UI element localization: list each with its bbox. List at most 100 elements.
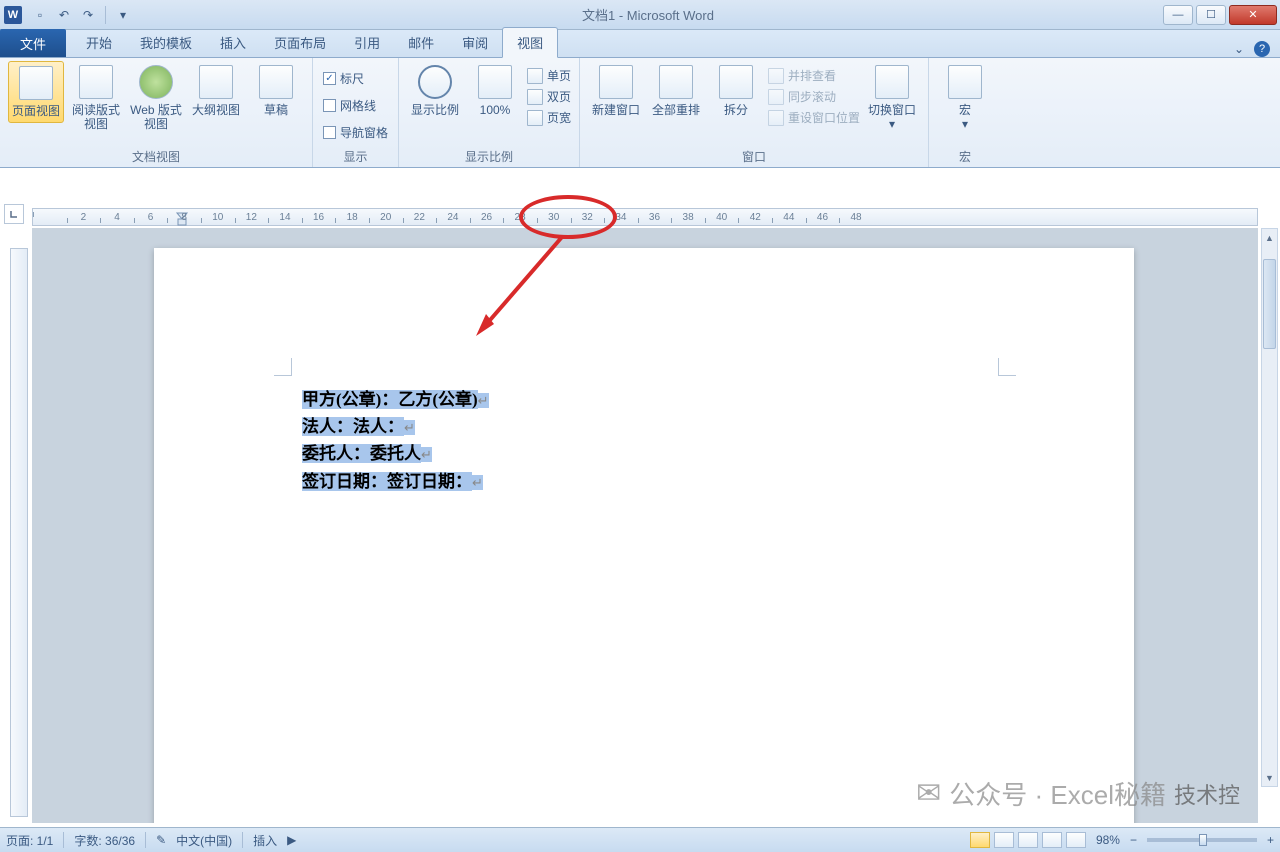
zoom-out-button[interactable]: − bbox=[1130, 833, 1137, 847]
page-indicator[interactable]: 页面: 1/1 bbox=[6, 832, 53, 849]
hundred-percent-button[interactable]: 100% bbox=[467, 61, 523, 121]
redo-icon[interactable]: ↷ bbox=[78, 5, 98, 25]
side-by-side-icon bbox=[768, 68, 784, 84]
group-label: 显示比例 bbox=[407, 146, 571, 165]
tab-view[interactable]: 视图 bbox=[502, 27, 558, 58]
switch-windows-button[interactable]: 切换窗口▾ bbox=[864, 61, 920, 136]
word-count[interactable]: 字数: 36/36 bbox=[74, 832, 135, 849]
qat-customize-icon[interactable]: ▾ bbox=[113, 5, 133, 25]
reading-layout-icon bbox=[79, 65, 113, 99]
ruler-tick: 32 bbox=[571, 212, 605, 223]
group-label: 窗口 bbox=[588, 146, 920, 165]
two-pages-icon bbox=[527, 89, 543, 105]
document-line[interactable]: 委托人：委托人↵ bbox=[302, 440, 489, 467]
outline-view-button[interactable] bbox=[1042, 832, 1062, 848]
tab-templates[interactable]: 我的模板 bbox=[126, 28, 206, 57]
zoom-level[interactable]: 98% bbox=[1096, 833, 1120, 847]
horizontal-ruler[interactable]: 2468101214161820222426283032343638404244… bbox=[32, 208, 1258, 226]
margin-corner-tr bbox=[998, 358, 1016, 376]
tab-home[interactable]: 开始 bbox=[72, 28, 126, 57]
tab-references[interactable]: 引用 bbox=[340, 28, 394, 57]
ruler-tick: 16 bbox=[302, 212, 336, 223]
draft-icon bbox=[259, 65, 293, 99]
page-width-button[interactable]: 页宽 bbox=[527, 107, 571, 128]
page[interactable]: 甲方(公章)：乙方(公章)↵法人：法人：↵委托人：委托人↵签订日期：签订日期：↵ bbox=[154, 248, 1134, 823]
separator bbox=[105, 6, 106, 24]
nav-pane-checkbox[interactable]: 导航窗格 bbox=[321, 121, 390, 144]
ruler-tick: 6 bbox=[134, 212, 168, 223]
document-line[interactable]: 签订日期：签订日期：↵ bbox=[302, 468, 489, 495]
zoom-slider[interactable] bbox=[1147, 838, 1257, 842]
wechat-icon: ✉ bbox=[916, 776, 941, 811]
ruler-tick: 40 bbox=[705, 212, 739, 223]
ruler-checkbox[interactable]: ✓标尺 bbox=[321, 67, 366, 90]
maximize-button[interactable]: ☐ bbox=[1196, 5, 1226, 25]
gridlines-checkbox[interactable]: 网格线 bbox=[321, 94, 378, 117]
ruler-tick: 24 bbox=[436, 212, 470, 223]
split-icon bbox=[719, 65, 753, 99]
undo-icon[interactable]: ↶ bbox=[54, 5, 74, 25]
close-button[interactable]: ✕ bbox=[1229, 5, 1277, 25]
help-icon[interactable]: ? bbox=[1254, 41, 1270, 57]
print-layout-view-button[interactable] bbox=[970, 832, 990, 848]
title-bar: W ▫ ↶ ↷ ▾ 文档1 - Microsoft Word — ☐ ✕ bbox=[0, 0, 1280, 30]
two-pages-button[interactable]: 双页 bbox=[527, 86, 571, 107]
document-content[interactable]: 甲方(公章)：乙方(公章)↵法人：法人：↵委托人：委托人↵签订日期：签订日期：↵ bbox=[302, 386, 489, 495]
tab-page-layout[interactable]: 页面布局 bbox=[260, 28, 340, 57]
watermark: ✉ 公众号 · Excel秘籍 技术控 bbox=[916, 775, 1240, 812]
web-layout-button[interactable]: Web 版式视图 bbox=[128, 61, 184, 136]
separator bbox=[242, 832, 243, 848]
tab-mailings[interactable]: 邮件 bbox=[394, 28, 448, 57]
ruler-tick: 18 bbox=[335, 212, 369, 223]
reading-view-button[interactable] bbox=[994, 832, 1014, 848]
document-line[interactable]: 甲方(公章)：乙方(公章)↵ bbox=[302, 386, 489, 413]
separator bbox=[145, 832, 146, 848]
vertical-scrollbar[interactable]: ▲ ▼ bbox=[1261, 228, 1278, 787]
ruler-tick: 20 bbox=[369, 212, 403, 223]
outline-button[interactable]: 大纲视图 bbox=[188, 61, 244, 121]
draft-view-button[interactable] bbox=[1066, 832, 1086, 848]
outline-icon bbox=[199, 65, 233, 99]
print-layout-button[interactable]: 页面视图 bbox=[8, 61, 64, 123]
group-zoom: 显示比例 100% 单页 双页 页宽 显示比例 bbox=[399, 58, 580, 167]
switch-windows-icon bbox=[875, 65, 909, 99]
one-page-icon bbox=[527, 68, 543, 84]
file-tab[interactable]: 文件 bbox=[0, 29, 66, 57]
draft-button[interactable]: 草稿 bbox=[248, 61, 304, 121]
margin-corner-tl bbox=[274, 358, 292, 376]
zoom-in-button[interactable]: + bbox=[1267, 833, 1274, 847]
save-icon[interactable]: ▫ bbox=[30, 5, 50, 25]
one-page-button[interactable]: 单页 bbox=[527, 65, 571, 86]
minimize-button[interactable]: — bbox=[1163, 5, 1193, 25]
arrange-all-button[interactable]: 全部重排 bbox=[648, 61, 704, 121]
page-width-icon bbox=[527, 110, 543, 126]
ruler-tick: 36 bbox=[638, 212, 672, 223]
scroll-up-icon[interactable]: ▲ bbox=[1262, 229, 1277, 246]
reading-layout-button[interactable]: 阅读版式视图 bbox=[68, 61, 124, 136]
web-view-button[interactable] bbox=[1018, 832, 1038, 848]
ribbon-tabs: 文件 开始 我的模板 插入 页面布局 引用 邮件 审阅 视图 ⌄ ? bbox=[0, 30, 1280, 58]
reset-position-icon bbox=[768, 110, 784, 126]
ruler-tick: 12 bbox=[235, 212, 269, 223]
macro-record-icon[interactable]: ▶ bbox=[287, 833, 296, 847]
scrollbar-thumb[interactable] bbox=[1263, 259, 1276, 349]
ruler-tick: 46 bbox=[806, 212, 840, 223]
new-window-button[interactable]: 新建窗口 bbox=[588, 61, 644, 121]
ruler-tick: 26 bbox=[470, 212, 504, 223]
split-button[interactable]: 拆分 bbox=[708, 61, 764, 121]
tab-review[interactable]: 审阅 bbox=[448, 28, 502, 57]
minimize-ribbon-icon[interactable]: ⌄ bbox=[1234, 42, 1244, 56]
macros-button[interactable]: 宏▾ bbox=[937, 61, 993, 136]
tab-selector[interactable] bbox=[4, 204, 24, 224]
ribbon: 页面视图 阅读版式视图 Web 版式视图 大纲视图 草稿 文档视图 ✓标尺 bbox=[0, 58, 1280, 168]
zoom-button[interactable]: 显示比例 bbox=[407, 61, 463, 121]
ruler-tick: 8 bbox=[167, 212, 201, 223]
proofing-icon[interactable]: ✎ bbox=[156, 833, 166, 847]
vertical-ruler[interactable] bbox=[10, 248, 28, 817]
language-indicator[interactable]: 中文(中国) bbox=[176, 832, 232, 849]
insert-mode[interactable]: 插入 bbox=[253, 832, 277, 849]
scroll-down-icon[interactable]: ▼ bbox=[1262, 769, 1277, 786]
document-line[interactable]: 法人：法人：↵ bbox=[302, 413, 489, 440]
ruler-tick: 28 bbox=[503, 212, 537, 223]
tab-insert[interactable]: 插入 bbox=[206, 28, 260, 57]
